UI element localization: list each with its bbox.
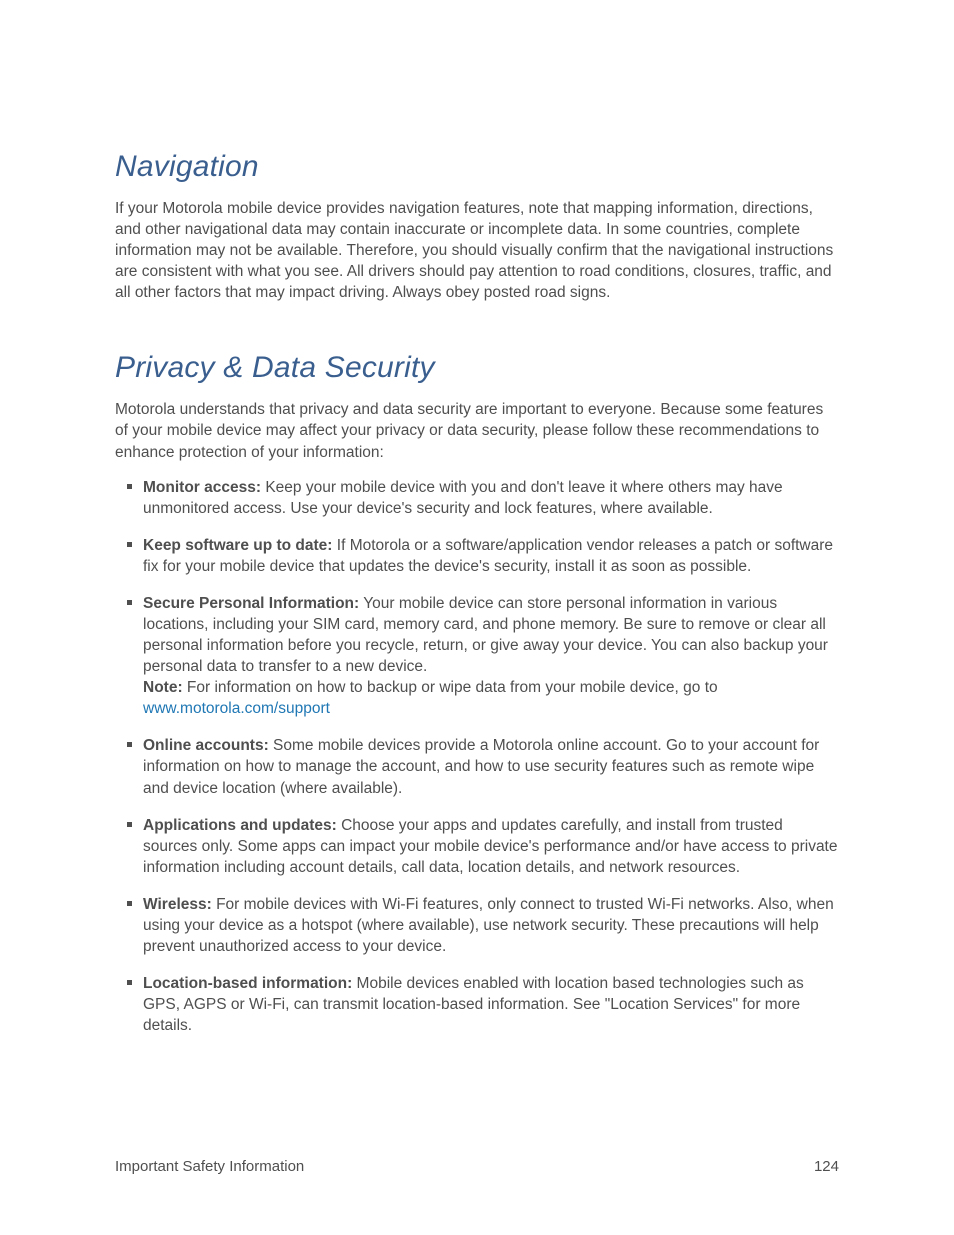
footer-page-number: 124 <box>814 1158 839 1175</box>
bullet-lead: Location-based information: <box>143 975 352 992</box>
page-footer: Important Safety Information 124 <box>115 1158 839 1175</box>
heading-privacy: Privacy & Data Security <box>115 351 839 385</box>
paragraph-navigation: If your Motorola mobile device provides … <box>115 198 839 303</box>
list-item: Online accounts: Some mobile devices pro… <box>143 735 839 798</box>
bullet-lead: Online accounts: <box>143 737 269 754</box>
list-item: Monitor access: Keep your mobile device … <box>143 477 839 519</box>
list-item: Secure Personal Information: Your mobile… <box>143 593 839 719</box>
bullet-text: For mobile devices with Wi-Fi features, … <box>143 896 834 955</box>
paragraph-privacy-intro: Motorola understands that privacy and da… <box>115 399 839 462</box>
bullet-lead: Wireless: <box>143 896 212 913</box>
privacy-bullet-list: Monitor access: Keep your mobile device … <box>115 477 839 1037</box>
support-link[interactable]: www.motorola.com/support <box>143 700 330 717</box>
list-item: Wireless: For mobile devices with Wi-Fi … <box>143 894 839 957</box>
document-page: Navigation If your Motorola mobile devic… <box>0 0 954 1235</box>
bullet-lead: Applications and updates: <box>143 817 337 834</box>
footer-title: Important Safety Information <box>115 1158 304 1175</box>
note-text: For information on how to backup or wipe… <box>183 679 718 696</box>
note-label: Note: <box>143 679 183 696</box>
bullet-lead: Secure Personal Information: <box>143 595 359 612</box>
bullet-lead: Keep software up to date: <box>143 537 332 554</box>
list-item: Keep software up to date: If Motorola or… <box>143 535 839 577</box>
list-item: Location-based information: Mobile devic… <box>143 973 839 1036</box>
list-item: Applications and updates: Choose your ap… <box>143 815 839 878</box>
heading-navigation: Navigation <box>115 150 839 184</box>
bullet-lead: Monitor access: <box>143 479 261 496</box>
